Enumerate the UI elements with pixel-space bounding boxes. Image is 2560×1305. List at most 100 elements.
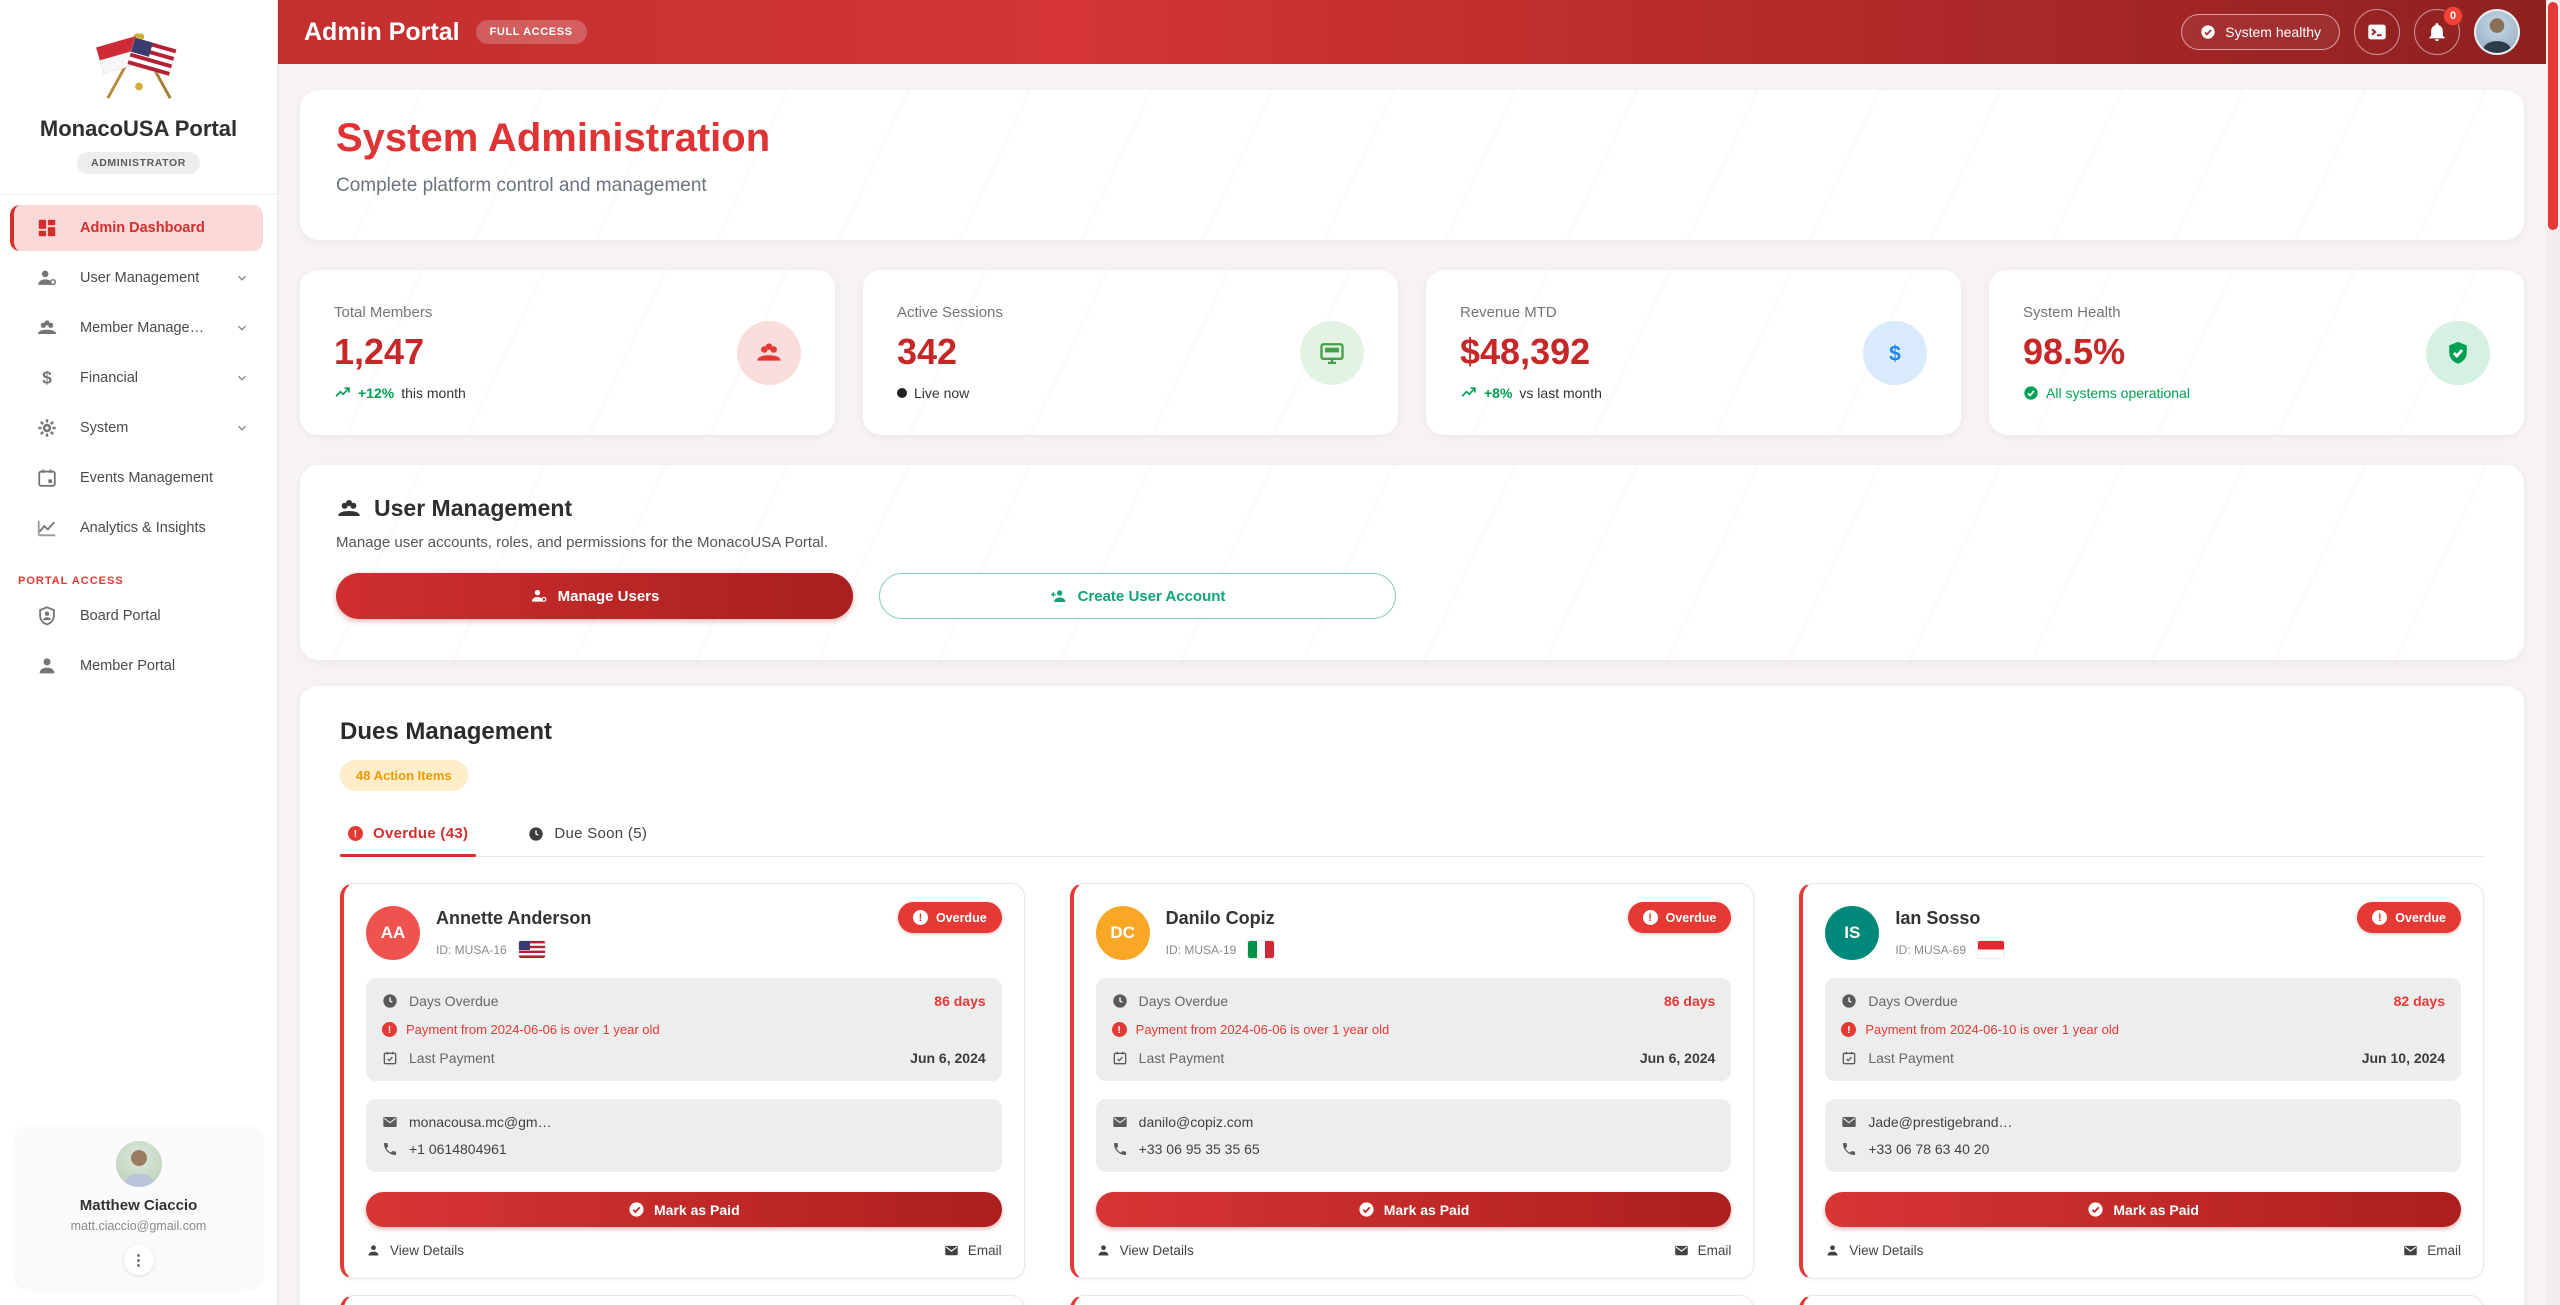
- stats-row: Total Members 1,247 +12% this month Acti…: [300, 270, 2524, 435]
- member-id: ID: MUSA-19: [1166, 943, 1237, 957]
- last-payment-row: Last Payment Jun 10, 2024: [1841, 1050, 2445, 1066]
- user-avatar: [116, 1141, 162, 1187]
- avatar: AA: [366, 906, 420, 960]
- sidebar-item-member-management[interactable]: Member Manage…: [0, 305, 263, 351]
- error-icon: !: [1643, 910, 1658, 925]
- phone-row: +1 0614804961: [382, 1141, 986, 1157]
- error-icon: !: [382, 1022, 397, 1037]
- dues-tabs: ! Overdue (43) Due Soon (5): [340, 819, 2484, 857]
- error-icon: !: [348, 826, 363, 841]
- member-id: ID: MUSA-69: [1895, 943, 1966, 957]
- stat-card-active-sessions: Active Sessions 342 Live now: [863, 270, 1398, 435]
- contact-panel: Jade@prestigebrand… +33 06 78 63 40 20: [1825, 1099, 2461, 1172]
- user-name: Matthew Ciaccio: [26, 1197, 251, 1214]
- stat-sub: Live now: [897, 385, 1003, 401]
- days-overdue-value: 86 days: [1664, 993, 1715, 1009]
- days-overdue-value: 86 days: [934, 993, 985, 1009]
- manage-users-button[interactable]: Manage Users: [336, 573, 853, 619]
- bell-icon: [2426, 21, 2448, 43]
- error-icon: !: [913, 910, 928, 925]
- sidebar-item-admin-dashboard[interactable]: Admin Dashboard: [10, 205, 263, 251]
- email-button[interactable]: Email: [2403, 1243, 2461, 1258]
- phone-icon: [1841, 1141, 1857, 1157]
- overdue-panel: Days Overdue 82 days ! Payment from 2024…: [1825, 978, 2461, 1081]
- sidebar-item-member-portal[interactable]: Member Portal: [0, 643, 263, 689]
- shield-user-icon: [36, 605, 58, 627]
- stat-caption: vs last month: [1519, 385, 1601, 401]
- sidebar-item-user-management[interactable]: User Management: [0, 255, 263, 301]
- sidebar-item-label: Board Portal: [80, 608, 161, 624]
- clock-icon: [528, 826, 544, 842]
- view-details-button[interactable]: View Details: [1096, 1243, 1194, 1258]
- sidebar-item-system[interactable]: System: [0, 405, 263, 451]
- sidebar-item-label: Financial: [80, 370, 138, 386]
- stat-sub: +12% this month: [334, 385, 466, 402]
- portal-access-label: PORTAL ACCESS: [18, 575, 277, 587]
- sidebar-item-events-management[interactable]: Events Management: [0, 455, 263, 501]
- status-badge: !Overdue: [2357, 902, 2461, 933]
- email-button[interactable]: Email: [1674, 1243, 1732, 1258]
- stat-value: 1,247: [334, 331, 466, 373]
- payment-alert: ! Payment from 2024-06-10 is over 1 year…: [1841, 1022, 2445, 1037]
- sidebar-item-label: Member Portal: [80, 658, 175, 674]
- last-payment-value: Jun 6, 2024: [910, 1050, 986, 1066]
- view-details-button[interactable]: View Details: [1825, 1243, 1923, 1258]
- trending-up-icon: [334, 385, 351, 402]
- page-scrollbar[interactable]: [2546, 0, 2560, 1305]
- stat-label: Active Sessions: [897, 304, 1003, 321]
- chevron-down-icon: [235, 321, 249, 335]
- sidebar-item-board-portal[interactable]: Board Portal: [0, 593, 263, 639]
- system-health-pill[interactable]: System healthy: [2181, 14, 2340, 50]
- profile-avatar[interactable]: [2474, 9, 2520, 55]
- stat-caption: Live now: [914, 385, 969, 401]
- main-content: System Administration Complete platform …: [278, 64, 2546, 1305]
- trending-up-icon: [1460, 385, 1477, 402]
- create-user-button[interactable]: Create User Account: [879, 573, 1396, 619]
- calendar-icon: [382, 1050, 398, 1066]
- phone-icon: [1112, 1141, 1128, 1157]
- tab-label: Overdue (43): [373, 825, 468, 842]
- sidebar-item-financial[interactable]: $ Financial: [0, 355, 263, 401]
- stat-label: Revenue MTD: [1460, 304, 1602, 321]
- payment-alert: ! Payment from 2024-06-06 is over 1 year…: [382, 1022, 986, 1037]
- check-circle-icon: [2087, 1201, 2104, 1218]
- sidebar-item-analytics[interactable]: Analytics & Insights: [0, 505, 263, 551]
- clock-icon: [1112, 993, 1128, 1009]
- member-card-partial: SV Sandra Van Essche !Overdue: [1070, 1295, 1755, 1305]
- dollar-icon: $: [36, 367, 58, 389]
- sidebar-item-label: System: [80, 420, 128, 436]
- email-button[interactable]: Email: [944, 1243, 1002, 1258]
- tab-overdue[interactable]: ! Overdue (43): [340, 819, 476, 856]
- action-items-badge: 48 Action Items: [340, 760, 468, 791]
- section-description: Manage user accounts, roles, and permiss…: [336, 534, 2488, 551]
- error-icon: !: [1112, 1022, 1127, 1037]
- full-access-badge: FULL ACCESS: [476, 20, 587, 44]
- mail-icon: [1674, 1243, 1689, 1258]
- user-menu-button[interactable]: ⋮: [124, 1245, 154, 1275]
- chevron-down-icon: [235, 371, 249, 385]
- user-gear-icon: [36, 267, 58, 289]
- shield-check-icon: [2444, 339, 2472, 367]
- user-gear-icon: [530, 587, 548, 605]
- notifications-button[interactable]: 0: [2414, 9, 2460, 55]
- dollar-icon: $: [1881, 339, 1909, 367]
- hero-card: System Administration Complete platform …: [300, 90, 2524, 240]
- mark-as-paid-button[interactable]: Mark as Paid: [1825, 1192, 2461, 1227]
- error-icon: !: [2372, 910, 2387, 925]
- sidebar-item-label: Events Management: [80, 470, 213, 486]
- check-circle-icon: [2200, 24, 2216, 40]
- mark-as-paid-button[interactable]: Mark as Paid: [366, 1192, 1002, 1227]
- scrollbar-thumb[interactable]: [2548, 2, 2558, 230]
- user-email: matt.ciaccio@gmail.com: [26, 1219, 251, 1233]
- us-flag-icon: [519, 941, 545, 958]
- sessions-icon-circle: [1300, 321, 1364, 385]
- terminal-button[interactable]: [2354, 9, 2400, 55]
- view-details-button[interactable]: View Details: [366, 1243, 464, 1258]
- dues-management-card: Dues Management 48 Action Items ! Overdu…: [300, 686, 2524, 1305]
- brand-block: MonacoUSA Portal ADMINISTRATOR: [0, 0, 277, 174]
- mark-as-paid-button[interactable]: Mark as Paid: [1096, 1192, 1732, 1227]
- topbar-title: Admin Portal: [304, 18, 460, 47]
- tab-due-soon[interactable]: Due Soon (5): [520, 819, 655, 856]
- person-icon: [1825, 1243, 1840, 1258]
- member-card: IS Ian Sosso ID: MUSA-69 !Overdue Days O…: [1799, 883, 2484, 1279]
